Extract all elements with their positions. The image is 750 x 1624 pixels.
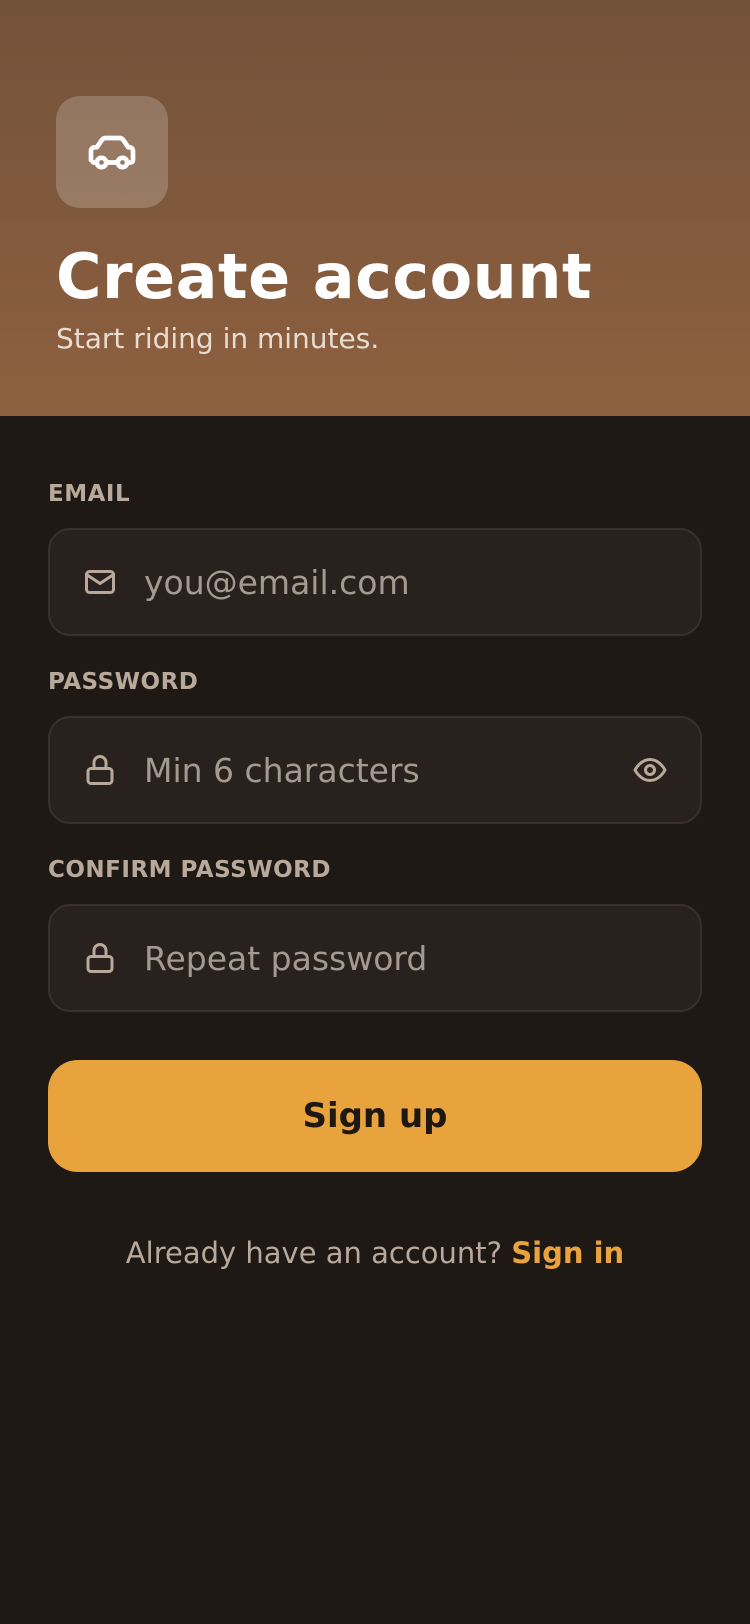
sign-in-prompt: Already have an account? Sign in	[0, 1236, 750, 1270]
email-input[interactable]	[144, 530, 614, 634]
password-input[interactable]	[144, 718, 614, 822]
signup-screen: Create account Start riding in minutes. …	[0, 0, 750, 1624]
header-banner: Create account Start riding in minutes.	[0, 0, 750, 416]
mail-icon	[85, 570, 115, 594]
lock-icon	[86, 943, 114, 973]
confirm-password-input[interactable]	[144, 906, 614, 1010]
lock-icon	[86, 755, 114, 785]
password-field[interactable]	[48, 716, 702, 824]
page-subtitle: Start riding in minutes.	[56, 322, 380, 355]
password-label: PASSWORD	[48, 669, 199, 695]
eye-icon[interactable]	[632, 752, 668, 788]
app-icon-tile	[56, 96, 168, 208]
confirm-password-label: CONFIRM PASSWORD	[48, 857, 331, 883]
sign-up-button[interactable]: Sign up	[48, 1060, 702, 1172]
sign-in-link[interactable]: Sign in	[511, 1236, 624, 1270]
page-title: Create account	[56, 240, 593, 313]
confirm-password-field[interactable]	[48, 904, 702, 1012]
email-label: EMAIL	[48, 481, 131, 507]
sign-in-prompt-text: Already have an account?	[125, 1236, 503, 1270]
car-icon	[88, 135, 136, 170]
email-field[interactable]	[48, 528, 702, 636]
